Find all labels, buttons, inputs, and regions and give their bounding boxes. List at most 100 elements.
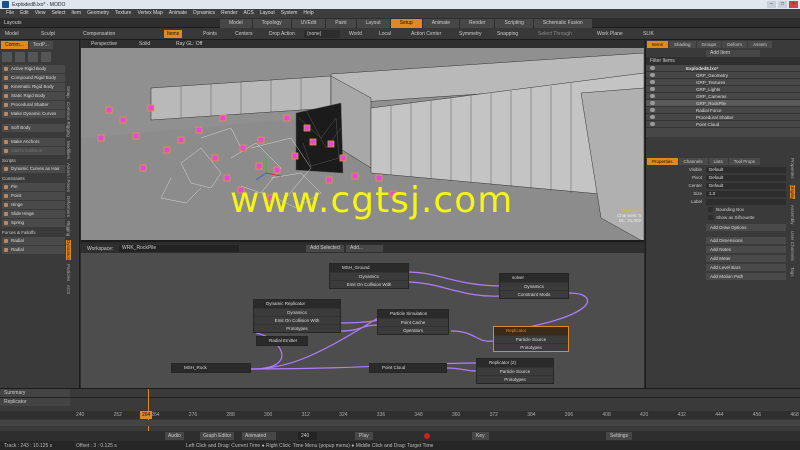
frame-input[interactable]: 240 [298, 432, 318, 440]
vertical-tab[interactable]: Common Rigging [66, 102, 71, 137]
properties-tab[interactable]: Properties [647, 158, 678, 165]
visibility-eye-icon[interactable] [650, 101, 655, 105]
node-title[interactable]: Point Cloud [370, 364, 446, 372]
bounding-box-row[interactable]: Bounding Box [646, 206, 800, 214]
item-row[interactable]: GRP_RockPile [646, 100, 800, 107]
add-node-button[interactable]: Add... [346, 245, 384, 252]
item-row[interactable]: Exploded8.lxo* [646, 65, 800, 72]
settings-button[interactable]: Settings [606, 432, 633, 440]
node-port[interactable]: Dynamics [330, 272, 408, 280]
layout-tab-animate[interactable]: Animate [422, 19, 460, 28]
node-title[interactable]: Replicator [494, 327, 568, 335]
forces-header[interactable]: Forces & Falloffs [2, 229, 65, 236]
node-solver[interactable]: solver Dynamics Constraint Mods [499, 273, 569, 299]
menu-item-vertex-map[interactable]: Vertex Map [137, 9, 162, 18]
menu-item-geometry[interactable]: Geometry [87, 9, 109, 18]
property-button[interactable]: Add Dimensions [706, 237, 786, 244]
property-button[interactable]: Add Level Bars [706, 264, 786, 271]
dynamic-curves-hair-button[interactable]: Dynamic Curves as Hair [2, 165, 65, 173]
node-title[interactable]: Replicator (2) [477, 359, 553, 367]
property-value[interactable]: 1.0 [706, 191, 786, 197]
vertical-tab[interactable]: Actors / Poses [66, 163, 71, 192]
symmetry-button[interactable]: Symmetry [456, 30, 485, 38]
maximize-button[interactable]: □ [778, 1, 787, 8]
property-value[interactable]: Default [706, 183, 786, 189]
visibility-eye-icon[interactable] [650, 115, 655, 119]
layout-tab-setup[interactable]: Setup [390, 19, 422, 28]
renderer-menu[interactable]: Ray GL: Off [176, 41, 202, 47]
menu-item-view[interactable]: View [35, 9, 46, 18]
visibility-eye-icon[interactable] [650, 80, 655, 84]
vertical-tab[interactable]: Deformers [66, 196, 71, 217]
item-row[interactable]: Radial Force [646, 107, 800, 114]
node-msh-rock[interactable]: MSH_Rock [171, 363, 251, 373]
node-port[interactable]: Point Cache [378, 318, 448, 326]
minimize-button[interactable]: – [767, 1, 776, 8]
rigid-body-button[interactable]: Kinematic Rigid Body [2, 83, 65, 91]
visibility-eye-icon[interactable] [650, 122, 655, 126]
item-row[interactable]: GRP_Lights [646, 86, 800, 93]
select-through-button[interactable]: Select Through [535, 30, 575, 38]
side-tab[interactable]: Display [790, 184, 795, 200]
layout-tab-render[interactable]: Render [460, 19, 495, 28]
node-title[interactable]: solver [500, 274, 568, 282]
shading-menu[interactable]: Solid [139, 41, 150, 47]
item-row[interactable]: GRP_Cameras [646, 93, 800, 100]
node-replicator[interactable]: Replicator Particle Source Prototypes [493, 326, 569, 352]
side-tab[interactable]: Properties [790, 158, 795, 179]
items-tab-shading[interactable]: Shading [669, 41, 696, 48]
side-tab[interactable]: Tags [790, 267, 795, 277]
item-row[interactable]: Point Cloud [646, 121, 800, 128]
layout-tab-paint[interactable]: Paint [326, 19, 356, 28]
layout-tab-topology[interactable]: Topology [252, 19, 291, 28]
centers-button[interactable]: Centers [232, 30, 256, 38]
animated-select[interactable]: Animated [242, 432, 277, 440]
constraint-button[interactable]: Slide Hinge [2, 210, 65, 218]
add-item-button[interactable]: Add Item [706, 49, 761, 57]
visibility-eye-icon[interactable] [650, 87, 655, 91]
sculpt-button[interactable]: Sculpt [38, 30, 58, 38]
visibility-eye-icon[interactable] [650, 108, 655, 112]
summary-track[interactable]: Summary [0, 389, 70, 397]
work-plane-button[interactable]: Work Plane [594, 30, 626, 38]
item-row[interactable]: GRP_Geometry [646, 72, 800, 79]
anchor-button[interactable]: Add to Collision [2, 147, 65, 155]
item-row[interactable]: GRP_Textures [646, 79, 800, 86]
slik-button[interactable]: SLIK [640, 30, 657, 38]
schematic-graph[interactable]: MSH_Ground Dynamics Emit On Collision With… [81, 253, 644, 388]
anchor-icon[interactable] [28, 52, 38, 62]
node-title[interactable]: MSH_Rock [172, 364, 250, 372]
menu-item-select[interactable]: Select [51, 9, 65, 18]
compensation-button[interactable]: Compensation [80, 30, 118, 38]
timeline-scrollbar[interactable] [0, 420, 800, 426]
node-radial-emitter[interactable]: Radial Emitter [256, 336, 308, 346]
view-type-menu[interactable]: Perspective [91, 41, 117, 47]
layouts-label[interactable]: Layouts [4, 20, 22, 26]
items-tab-assem[interactable]: Assem [748, 41, 772, 48]
scripts-header[interactable]: Scripts [2, 157, 65, 164]
property-button[interactable]: Add Notes [706, 246, 786, 253]
rigid-body-button[interactable]: Procedural Shatter [2, 101, 65, 109]
local-button[interactable]: Local [376, 30, 394, 38]
properties-tab[interactable]: Tool Props [728, 158, 761, 165]
play-button[interactable]: Play [355, 432, 373, 440]
items-tab-groups[interactable]: Groups [696, 41, 722, 48]
vertical-tab[interactable]: Modifiers [66, 141, 71, 159]
constraint-button[interactable]: Point [2, 192, 65, 200]
force-button[interactable]: Radial [2, 246, 65, 254]
property-button[interactable]: Add Motion Path [706, 273, 786, 280]
node-replicator-2-[interactable]: Replicator (2) Particle Source Prototypes [476, 358, 554, 384]
menu-item-animate[interactable]: Animate [169, 9, 187, 18]
menu-item-file[interactable]: File [6, 9, 14, 18]
visibility-eye-icon[interactable] [650, 73, 655, 77]
constraint-button[interactable]: Spring [2, 219, 65, 227]
node-port[interactable]: Prototypes [254, 324, 340, 332]
node-point-cloud[interactable]: Point Cloud [369, 363, 447, 373]
snapping-button[interactable]: Snapping [494, 30, 521, 38]
items-tab-deform[interactable]: Deform [722, 41, 748, 48]
node-title[interactable]: Dynamic Replicator [254, 300, 340, 308]
left-panel-tab[interactable]: TextP... [28, 41, 53, 49]
node-port[interactable]: Prototypes [477, 375, 553, 383]
filter-items-input[interactable]: Filter Items [646, 57, 800, 65]
layout-tab-layout[interactable]: Layout [356, 19, 390, 28]
